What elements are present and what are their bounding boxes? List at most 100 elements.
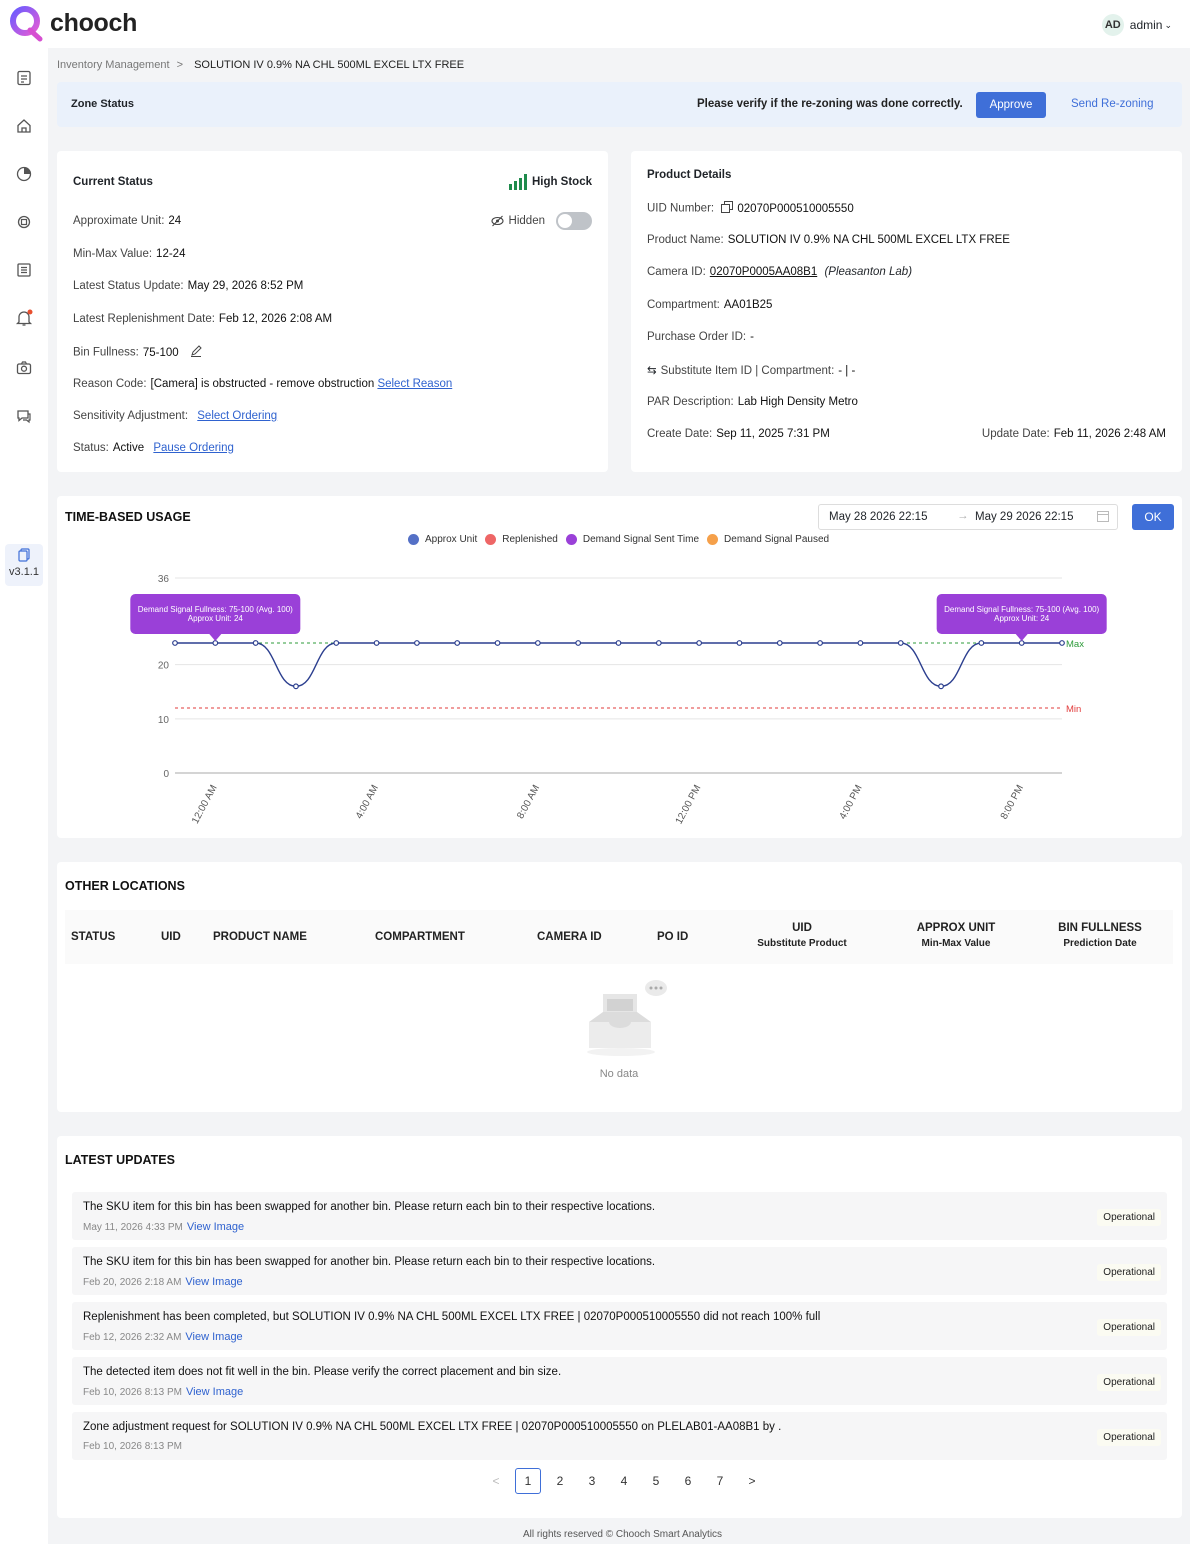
bell-icon[interactable] bbox=[14, 308, 34, 328]
update-date-label: Update Date: bbox=[981, 428, 1050, 440]
po-value: - bbox=[750, 331, 754, 343]
chooch-logo[interactable]: chooch bbox=[8, 4, 137, 42]
view-image-link[interactable]: View Image bbox=[187, 1221, 244, 1233]
chart-legend: Approx Unit Replenished Demand Signal Se… bbox=[408, 534, 829, 545]
update-date: Feb 10, 2026 8:13 PM bbox=[83, 1441, 182, 1452]
signal-bars-icon bbox=[508, 174, 527, 190]
data-point bbox=[736, 640, 743, 646]
hidden-toggle[interactable] bbox=[556, 212, 592, 230]
data-point bbox=[938, 683, 944, 690]
user-menu[interactable]: AD admin ⌄ bbox=[1101, 14, 1172, 36]
uid-row: UID Number: 02070P000510005550 bbox=[647, 201, 854, 216]
breadcrumb-parent[interactable]: Inventory Management bbox=[57, 59, 170, 71]
data-point bbox=[575, 640, 582, 646]
x-tick-label: 12:00 AM bbox=[190, 783, 220, 825]
update-date-row: Update Date: Feb 11, 2026 2:48 AM bbox=[982, 428, 1166, 440]
view-image-link[interactable]: View Image bbox=[185, 1331, 242, 1343]
page-3[interactable]: 3 bbox=[576, 1468, 608, 1494]
update-message: The SKU item for this bin has been swapp… bbox=[83, 1256, 656, 1268]
date-from[interactable]: May 28 2026 22:15 bbox=[829, 511, 927, 523]
chat-icon[interactable] bbox=[14, 406, 34, 426]
camera-icon[interactable] bbox=[14, 358, 34, 378]
product-name-row: Product Name: SOLUTION IV 0.9% NA CHL 500… bbox=[647, 234, 1010, 246]
status-value: Active bbox=[112, 442, 145, 454]
empty-box-icon bbox=[583, 978, 673, 1061]
fullness-row: Bin Fullness: 75-100 bbox=[73, 345, 202, 360]
other-locations-title: OTHER LOCATIONS bbox=[65, 879, 185, 893]
page-4[interactable]: 4 bbox=[608, 1468, 640, 1494]
compartment-row: Compartment: AA01B25 bbox=[647, 299, 772, 311]
page-5[interactable]: 5 bbox=[640, 1468, 672, 1494]
select-ordering-link[interactable]: Select Ordering bbox=[197, 410, 277, 422]
home-icon[interactable] bbox=[14, 116, 34, 136]
data-point bbox=[1059, 640, 1065, 646]
pagination-prev[interactable]: < bbox=[480, 1468, 512, 1494]
latest-update-row: Latest Status Update: May 29, 2026 8:52 P… bbox=[73, 280, 303, 292]
page-6[interactable]: 6 bbox=[672, 1468, 704, 1494]
data-point bbox=[494, 640, 501, 646]
latest-update-value: May 29, 2026 8:52 PM bbox=[187, 280, 304, 292]
x-tick-label: 8:00 PM bbox=[999, 783, 1026, 821]
y-tick-label: 0 bbox=[163, 769, 169, 780]
sync-icon[interactable] bbox=[14, 212, 34, 232]
stock-label: High Stock bbox=[531, 176, 592, 188]
data-point bbox=[373, 640, 380, 646]
ok-button[interactable]: OK bbox=[1132, 504, 1174, 530]
data-point bbox=[978, 640, 985, 646]
report-icon[interactable] bbox=[14, 68, 34, 88]
update-item: Zone adjustment request for SOLUTION IV … bbox=[72, 1412, 1167, 1460]
copy-icon[interactable] bbox=[721, 201, 734, 216]
compartment-label: Compartment: bbox=[647, 299, 720, 311]
pause-ordering-link[interactable]: Pause Ordering bbox=[153, 442, 234, 454]
zone-status-title: Zone Status bbox=[71, 98, 134, 110]
col-bin-fullness: BIN FULLNESS Prediction Date bbox=[1058, 922, 1142, 949]
pagination-next[interactable]: > bbox=[736, 1468, 768, 1494]
chevron-down-icon: ⌄ bbox=[1164, 19, 1172, 30]
legend-demand-paused[interactable]: Demand Signal Paused bbox=[707, 534, 829, 545]
status-badge: Operational bbox=[1097, 1264, 1161, 1281]
page-1[interactable]: 1 bbox=[515, 1468, 541, 1494]
col-product-name: PRODUCT NAME bbox=[213, 931, 307, 943]
update-date: Feb 20, 2026 2:18 AM View Image bbox=[83, 1276, 243, 1288]
approx-unit-value: 24 bbox=[168, 215, 182, 227]
approve-button[interactable]: Approve bbox=[976, 92, 1046, 118]
pie-chart-icon[interactable] bbox=[14, 164, 34, 184]
edit-pencil-icon[interactable] bbox=[190, 345, 202, 360]
data-point bbox=[615, 640, 622, 646]
col-compartment: COMPARTMENT bbox=[375, 931, 465, 943]
zone-status-message: Please verify if the re-zoning was done … bbox=[697, 98, 963, 110]
tooltip-line1: Demand Signal Fullness: 75-100 (Avg. 100… bbox=[944, 605, 1099, 614]
camera-id-link[interactable]: 02070P0005AA08B1 bbox=[710, 266, 817, 278]
other-locations-card: OTHER LOCATIONS STATUS UID PRODUCT NAME … bbox=[57, 862, 1182, 1112]
page-7[interactable]: 7 bbox=[704, 1468, 736, 1494]
view-image-link[interactable]: View Image bbox=[186, 1386, 243, 1398]
version-text: v3.1.1 bbox=[9, 566, 39, 578]
send-rezoning-button[interactable]: Send Re-zoning bbox=[1071, 98, 1153, 110]
view-image-link[interactable]: View Image bbox=[185, 1276, 242, 1288]
calendar-icon bbox=[1097, 510, 1109, 525]
list-icon[interactable] bbox=[14, 260, 34, 280]
swap-icon: ⇆ bbox=[647, 365, 657, 377]
par-label: PAR Description: bbox=[647, 396, 734, 408]
data-point bbox=[414, 640, 420, 646]
fullness-value: 75-100 bbox=[142, 346, 179, 359]
legend-replenished[interactable]: Replenished bbox=[485, 534, 558, 545]
reason-label: Reason Code: bbox=[73, 378, 147, 390]
footer-text: All rights reserved © Chooch Smart Analy… bbox=[522, 1529, 723, 1540]
par-value: Lab High Density Metro bbox=[737, 396, 858, 408]
legend-demand-sent[interactable]: Demand Signal Sent Time bbox=[565, 534, 699, 545]
camera-label: Camera ID: bbox=[647, 266, 706, 278]
date-to[interactable]: May 29 2026 22:15 bbox=[975, 511, 1073, 523]
legend-approx-unit[interactable]: Approx Unit bbox=[408, 534, 477, 545]
date-range-picker[interactable]: May 28 2026 22:15 → May 29 2026 22:15 bbox=[818, 504, 1118, 530]
status-badge: Operational bbox=[1097, 1209, 1161, 1226]
update-message: Replenishment has been completed, but SO… bbox=[83, 1311, 821, 1323]
select-reason-link[interactable]: Select Reason bbox=[377, 378, 452, 390]
page-2[interactable]: 2 bbox=[544, 1468, 576, 1494]
usage-chart: 0 10 20 36 12:00 AM 4:00 AM 8:00 AM 12:00 PM 4:0… bbox=[130, 574, 1107, 826]
col-approx-unit: APPROX UNIT Min-Max Value bbox=[916, 922, 996, 949]
max-label: Max bbox=[1066, 639, 1084, 650]
update-date: May 11, 2026 4:33 PM View Image bbox=[83, 1221, 245, 1233]
sensitivity-row: Sensitivity Adjustment: Select Ordering bbox=[73, 410, 277, 422]
hidden-label: Hidden bbox=[508, 215, 545, 227]
